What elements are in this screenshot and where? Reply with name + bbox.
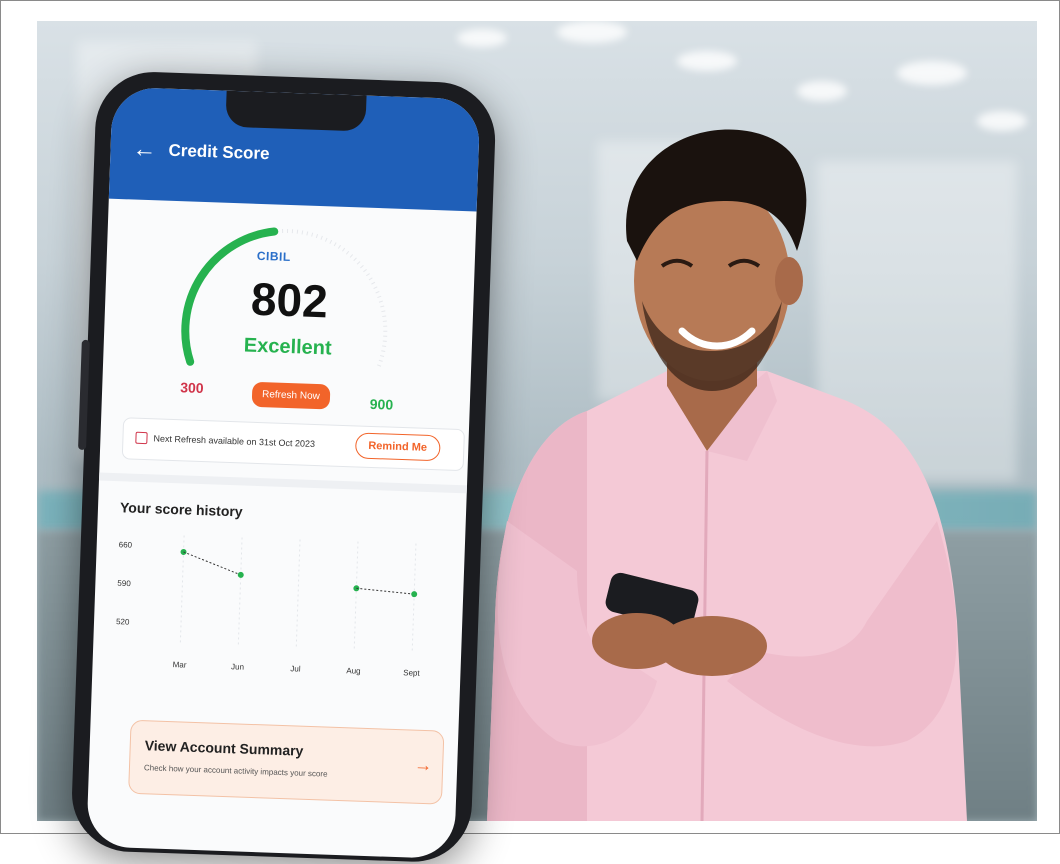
remind-me-button[interactable]: Remind Me [354,432,441,462]
view-account-summary-card[interactable]: View Account Summary Check how your acco… [128,719,445,805]
section-divider [98,472,468,494]
phone-mockup: ← Credit Score CIBIL 802 Excellent 300 R… [70,70,498,864]
score-history-chart: 660 590 520 Mar Jun Jul Aug Sept [116,535,421,678]
person-illustration [487,129,967,821]
grid-line [353,541,359,652]
phone-notch [225,90,367,132]
phone-screen: ← Credit Score CIBIL 802 Excellent 300 R… [86,86,481,860]
page-title: Credit Score [168,140,270,164]
image-frame: ← Credit Score CIBIL 802 Excellent 300 R… [0,0,1060,864]
grid-line [295,539,301,650]
y-tick-label: 660 [119,540,133,549]
x-tick-label: Sept [403,668,421,678]
x-tick-label: Jun [231,662,244,671]
summary-subtitle: Check how your account activity impacts … [143,763,328,779]
y-tick-label: 590 [117,579,131,588]
score-history-title: Your score history [119,499,243,520]
refresh-now-button[interactable]: Refresh Now [251,381,331,410]
data-point [411,591,418,598]
calendar-icon [135,431,148,445]
arrow-right-icon: → [413,754,433,776]
grid-line [411,543,417,654]
data-point [180,548,187,555]
y-tick-label: 520 [116,617,130,626]
series-line [183,551,241,576]
data-point [237,571,244,578]
data-point [353,585,360,592]
next-refresh-notice: Next Refresh available on 31st Oct 2023 … [121,417,465,472]
score-max-label: 900 [369,395,394,413]
x-tick-label: Jul [290,664,301,673]
score-min-label: 300 [179,379,204,397]
summary-title: View Account Summary [144,737,304,759]
cibil-logo: CIBIL [256,248,291,265]
arrow-left-icon[interactable]: ← [132,135,157,163]
grid-line [237,537,243,648]
x-tick-label: Mar [173,660,187,669]
series-line [356,587,415,595]
x-tick-label: Aug [346,666,361,675]
next-refresh-text: Next Refresh available on 31st Oct 2023 [153,433,316,449]
